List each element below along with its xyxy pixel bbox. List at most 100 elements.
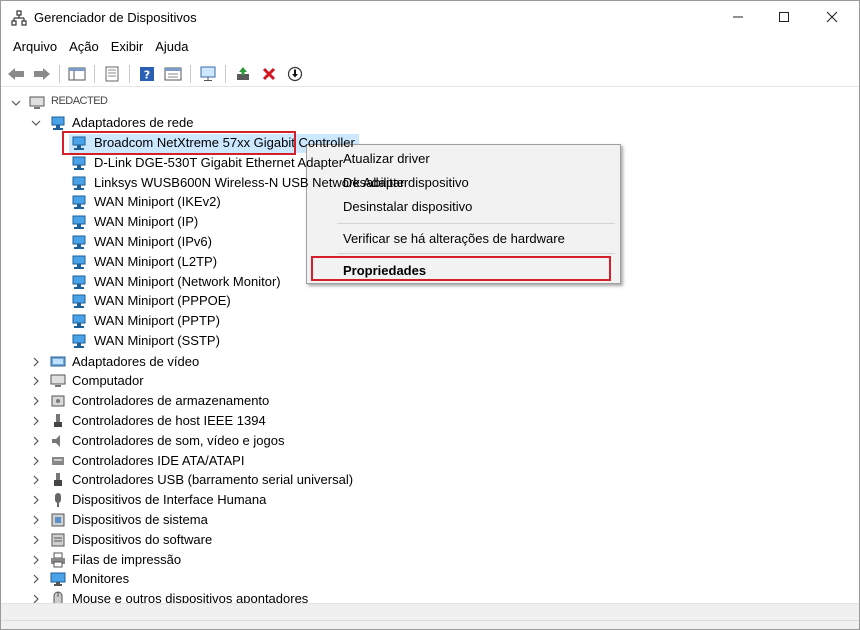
category-label: Controladores de som, vídeo e jogos bbox=[72, 432, 285, 448]
status-bar bbox=[1, 620, 859, 629]
network-adapter-row[interactable]: WAN Miniport (IKEv2) bbox=[1, 192, 561, 212]
device-category-row[interactable]: Dispositivos de sistema bbox=[1, 510, 561, 530]
back-arrow-icon bbox=[8, 67, 24, 80]
software-devices-icon bbox=[51, 533, 65, 547]
network-card-icon bbox=[72, 275, 86, 289]
device-manager-window: Gerenciador de Dispositivos Arquivo Ação… bbox=[0, 0, 860, 630]
collapse-chevron-icon[interactable] bbox=[31, 118, 41, 128]
network-card-icon bbox=[72, 314, 86, 329]
category-label: Controladores USB (barramento serial uni… bbox=[72, 472, 354, 488]
horizontal-scrollbar[interactable] bbox=[1, 603, 859, 620]
uninstall-device-button[interactable] bbox=[258, 63, 280, 85]
toolbar-separator bbox=[190, 64, 191, 83]
computer-icon bbox=[29, 96, 45, 109]
expand-chevron-icon[interactable] bbox=[31, 376, 41, 386]
category-label: Controladores IDE ATA/ATAPI bbox=[72, 452, 245, 468]
disable-device-button[interactable] bbox=[284, 63, 306, 85]
category-label: Dispositivos do software bbox=[72, 531, 213, 547]
device-label: WAN Miniport (L2TP) bbox=[94, 253, 218, 269]
device-category-row[interactable]: Controladores de som, vídeo e jogos bbox=[1, 431, 561, 451]
expand-chevron-icon[interactable] bbox=[31, 357, 41, 367]
category-adaptadores-de-rede[interactable]: Adaptadores de rede bbox=[1, 113, 401, 133]
device-category-row[interactable]: Mouse e outros dispositivos apontadores bbox=[1, 589, 561, 603]
device-label: D-Link DGE-530T Gigabit Ethernet Adapter bbox=[94, 154, 344, 170]
network-adapter-row[interactable]: WAN Miniport (L2TP) bbox=[1, 252, 561, 272]
help-icon: ? bbox=[140, 66, 154, 81]
network-adapter-row[interactable]: WAN Miniport (IPv6) bbox=[1, 232, 561, 252]
device-label: WAN Miniport (IP) bbox=[94, 214, 199, 230]
device-category-row[interactable]: Controladores IDE ATA/ATAPI bbox=[1, 451, 561, 471]
expand-chevron-icon[interactable] bbox=[31, 436, 41, 446]
mouse-icon bbox=[53, 591, 63, 603]
network-adapter-row[interactable]: D-Link DGE-530T Gigabit Ethernet Adapter bbox=[1, 153, 561, 173]
collapse-chevron-icon[interactable] bbox=[11, 98, 21, 108]
network-card-icon bbox=[72, 334, 86, 348]
expand-chevron-icon[interactable] bbox=[31, 574, 41, 584]
expand-chevron-icon[interactable] bbox=[31, 495, 41, 505]
category-label: Adaptadores de vídeo bbox=[72, 353, 200, 369]
category-label: Dispositivos de sistema bbox=[72, 511, 208, 527]
close-button[interactable] bbox=[809, 1, 855, 33]
device-label: WAN Miniport (PPTP) bbox=[94, 313, 220, 329]
category-label: Controladores de armazenamento bbox=[72, 393, 270, 409]
category-label: Filas de impressão bbox=[72, 551, 182, 567]
network-adapter-row[interactable]: WAN Miniport (Network Monitor) bbox=[1, 272, 561, 292]
minimize-button[interactable] bbox=[715, 1, 761, 33]
network-adapter-row[interactable]: Linksys WUSB600N Wireless-N USB Network … bbox=[1, 173, 561, 193]
expand-chevron-icon[interactable] bbox=[31, 416, 41, 426]
expand-chevron-icon[interactable] bbox=[31, 475, 41, 485]
scan-hardware-button[interactable] bbox=[197, 63, 219, 85]
expand-chevron-icon[interactable] bbox=[31, 456, 41, 466]
expand-chevron-icon[interactable] bbox=[31, 555, 41, 565]
human-interface-icon bbox=[55, 493, 61, 508]
device-category-row[interactable]: Computador bbox=[1, 371, 561, 391]
view-icon bbox=[164, 67, 182, 80]
network-adapter-row[interactable]: WAN Miniport (IP) bbox=[1, 212, 561, 232]
network-adapter-row[interactable]: WAN Miniport (SSTP) bbox=[1, 331, 561, 351]
device-label: Linksys WUSB600N Wireless-N USB Network … bbox=[94, 174, 409, 190]
expand-chevron-icon[interactable] bbox=[31, 396, 41, 406]
console-tree-icon bbox=[68, 67, 86, 80]
menu-exibir[interactable]: Exibir bbox=[105, 37, 150, 56]
device-category-row[interactable]: Controladores de host IEEE 1394 bbox=[1, 411, 561, 431]
device-label: WAN Miniport (IPv6) bbox=[94, 234, 212, 249]
update-driver-button[interactable] bbox=[232, 63, 254, 85]
toolbar-separator bbox=[94, 64, 95, 83]
view-button[interactable] bbox=[162, 63, 184, 85]
network-adapter-row[interactable]: WAN Miniport (PPTP) bbox=[1, 311, 561, 331]
show-hide-console-tree-button[interactable] bbox=[66, 63, 88, 85]
expand-chevron-icon[interactable] bbox=[31, 515, 41, 525]
device-manager-icon bbox=[11, 10, 27, 26]
expand-chevron-icon[interactable] bbox=[31, 535, 41, 545]
device-label: WAN Miniport (SSTP) bbox=[94, 333, 220, 348]
network-adapter-row[interactable]: WAN Miniport (PPPOE) bbox=[1, 291, 561, 311]
category-label: Dispositivos de Interface Humana bbox=[72, 492, 267, 508]
network-adapter-icon bbox=[51, 116, 65, 130]
help-button[interactable]: ? bbox=[136, 63, 158, 85]
device-category-row[interactable]: Monitores bbox=[1, 569, 561, 589]
menu-acao[interactable]: Ação bbox=[63, 37, 105, 56]
update-driver-icon bbox=[237, 66, 249, 80]
device-category-row[interactable]: Filas de impressão bbox=[1, 550, 561, 570]
expand-chevron-icon[interactable] bbox=[31, 594, 41, 603]
device-category-row[interactable]: Adaptadores de vídeo bbox=[1, 352, 561, 372]
category-label: Adaptadores de rede bbox=[72, 115, 194, 130]
toolbar-separator bbox=[59, 64, 60, 83]
properties-toolbar-button[interactable] bbox=[101, 63, 123, 85]
forward-button[interactable] bbox=[31, 63, 53, 85]
device-category-row[interactable]: Controladores USB (barramento serial uni… bbox=[1, 470, 561, 490]
device-category-row[interactable]: Dispositivos do software bbox=[1, 530, 561, 550]
menu-ajuda[interactable]: Ajuda bbox=[149, 37, 194, 56]
maximize-button[interactable] bbox=[761, 1, 807, 33]
speaker-icon bbox=[52, 434, 60, 447]
back-button[interactable] bbox=[5, 63, 27, 85]
device-tree: REDACTED Adaptadores de rede Broadcom Ne… bbox=[1, 93, 859, 603]
usb-icon bbox=[54, 473, 62, 487]
menu-arquivo[interactable]: Arquivo bbox=[7, 37, 63, 56]
device-category-row[interactable]: Controladores de armazenamento bbox=[1, 391, 561, 411]
device-category-row[interactable]: Dispositivos de Interface Humana bbox=[1, 490, 561, 510]
computer-icon bbox=[50, 374, 66, 388]
tree-root[interactable]: REDACTED bbox=[1, 93, 401, 113]
device-label: WAN Miniport (IKEv2) bbox=[94, 194, 221, 210]
red-x-icon bbox=[262, 67, 276, 80]
